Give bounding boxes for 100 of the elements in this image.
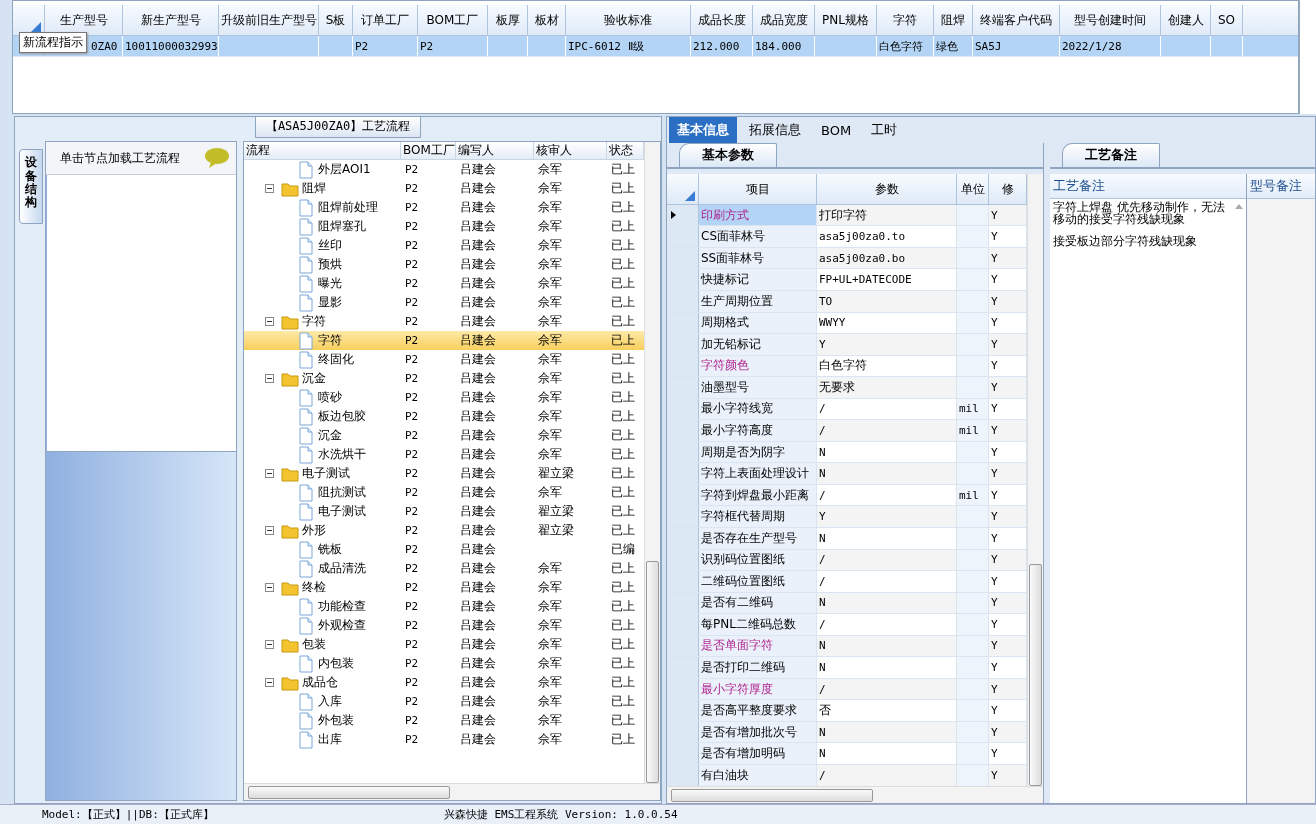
column-header[interactable]: 编写人 bbox=[456, 142, 534, 160]
tab[interactable]: 工时 bbox=[863, 117, 906, 144]
table-cell[interactable]: 每PNL二维码总数 bbox=[699, 614, 817, 635]
column-header[interactable]: 成品长度 bbox=[691, 5, 753, 35]
column-header[interactable]: 终端客户代码 bbox=[973, 5, 1060, 35]
table-cell[interactable]: 字符到焊盘最小距离 bbox=[699, 484, 817, 506]
table-cell[interactable]: 周期格式 bbox=[699, 312, 817, 334]
table-row[interactable]: CS面菲林号 asa5j00za0.to Y bbox=[667, 226, 1027, 248]
tree-row[interactable]: 外观检查 P2 吕建会 佘军 已上 bbox=[244, 616, 644, 636]
tab[interactable]: 拓展信息 bbox=[741, 117, 809, 144]
table-row[interactable]: 快捷标记 FP+UL+DATECODE Y bbox=[667, 269, 1027, 291]
tree-row[interactable]: 内包装 P2 吕建会 佘军 已上 bbox=[244, 654, 644, 674]
expander-icon[interactable] bbox=[265, 469, 274, 479]
tree-row[interactable]: 板边包胶 P2 吕建会 佘军 已上 bbox=[244, 407, 644, 427]
expander-icon[interactable] bbox=[265, 526, 274, 536]
table-cell[interactable]: CS面菲林号 bbox=[699, 226, 817, 247]
column-header[interactable]: 阻焊 bbox=[934, 5, 973, 35]
table-row[interactable]: 是否有增加明码 N Y bbox=[667, 743, 1027, 765]
table-cell[interactable]: 是否有增加明码 bbox=[699, 743, 817, 764]
table-cell[interactable]: 是否有二维码 bbox=[699, 592, 817, 614]
table-cell[interactable]: 油墨型号 bbox=[699, 377, 817, 398]
table-cell[interactable]: 是否存在生产型号 bbox=[699, 527, 817, 549]
tree-row[interactable]: 预烘 P2 吕建会 佘军 已上 bbox=[244, 255, 644, 275]
expander-icon[interactable] bbox=[265, 583, 274, 593]
column-header[interactable]: 参数 bbox=[817, 174, 957, 204]
table-row[interactable]: 是否打印二维码 N Y bbox=[667, 657, 1027, 679]
scrollbar[interactable] bbox=[1027, 174, 1043, 787]
table-cell[interactable]: 生产周期位置 bbox=[699, 290, 817, 312]
table-cell[interactable]: 识别码位置图纸 bbox=[699, 549, 817, 571]
tree-row[interactable]: 沉金 P2 吕建会 佘军 已上 bbox=[244, 369, 644, 389]
table-cell[interactable]: SS面菲林号 bbox=[699, 247, 817, 269]
table-row[interactable]: 是否存在生产型号 N Y bbox=[667, 527, 1027, 550]
table-row[interactable]: 字符颜色 白色字符 Y bbox=[667, 355, 1027, 378]
table-cell[interactable]: 是否有增加批次号 bbox=[699, 721, 817, 743]
column-header[interactable]: 成品宽度 bbox=[753, 5, 815, 35]
table-cell[interactable]: 二维码位置图纸 bbox=[699, 571, 817, 592]
table-cell[interactable]: 印刷方式 bbox=[699, 204, 817, 226]
table-row[interactable]: 印刷方式 打印字符 Y bbox=[667, 204, 1027, 227]
column-header[interactable]: PNL规格 bbox=[815, 5, 877, 35]
tree-row[interactable]: 阻焊 P2 吕建会 佘军 已上 bbox=[244, 179, 644, 199]
table-cell[interactable]: 最小字符高度 bbox=[699, 420, 817, 441]
table-row[interactable]: 是否高平整度要求 否 Y bbox=[667, 700, 1027, 722]
tree-row[interactable]: 字符 P2 吕建会 佘军 已上 bbox=[244, 312, 644, 332]
tree-row[interactable]: 铣板 P2 吕建会 已编 bbox=[244, 540, 644, 560]
table-cell[interactable]: 是否单面字符 bbox=[699, 635, 817, 657]
tree-row[interactable]: 水洗烘干 P2 吕建会 佘军 已上 bbox=[244, 445, 644, 465]
tree-row[interactable]: 丝印 P2 吕建会 佘军 已上 bbox=[244, 236, 644, 256]
table-cell[interactable]: 有白油块 bbox=[699, 765, 817, 786]
tree-row[interactable]: 显影 P2 吕建会 佘军 已上 bbox=[244, 293, 644, 313]
tree-row[interactable]: 曝光 P2 吕建会 佘军 已上 bbox=[244, 274, 644, 294]
tab[interactable]: 工艺备注 bbox=[1062, 143, 1160, 168]
table-row[interactable]: 识别码位置图纸 / Y bbox=[667, 549, 1027, 572]
tree-row[interactable]: 阻焊前处理 P2 吕建会 佘军 已上 bbox=[244, 198, 644, 218]
table-row[interactable]: 二维码位置图纸 / Y bbox=[667, 571, 1027, 593]
tree-row[interactable]: 喷砂 P2 吕建会 佘军 已上 bbox=[244, 388, 644, 408]
tree-row[interactable]: 功能检查 P2 吕建会 佘军 已上 bbox=[244, 597, 644, 617]
column-header[interactable]: 板材 bbox=[528, 5, 566, 35]
expander-icon[interactable] bbox=[265, 678, 274, 688]
scrollbar[interactable] bbox=[644, 142, 660, 784]
tree-row[interactable]: 电子测试 P2 吕建会 翟立梁 已上 bbox=[244, 464, 644, 484]
table-cell[interactable]: 字符颜色 bbox=[699, 355, 817, 377]
tree-row[interactable]: 外层AOI1 P2 吕建会 佘军 已上 bbox=[244, 160, 644, 180]
tab[interactable]: 基本信息 bbox=[669, 117, 737, 144]
column-header[interactable]: 型号备注 bbox=[1247, 174, 1315, 200]
column-header[interactable]: 项目 bbox=[699, 174, 817, 204]
table-cell[interactable]: 字符框代替周期 bbox=[699, 506, 817, 527]
column-header[interactable]: 流程 bbox=[244, 142, 401, 160]
column-header[interactable]: BOM工厂 bbox=[401, 142, 456, 160]
column-header[interactable]: 新生产型号 bbox=[123, 5, 219, 35]
column-header[interactable]: 工艺备注 bbox=[1050, 174, 1246, 200]
column-header[interactable]: SO bbox=[1211, 5, 1243, 35]
tree-row[interactable]: 外包装 P2 吕建会 佘军 已上 bbox=[244, 711, 644, 731]
column-header[interactable]: 订单工厂 bbox=[353, 5, 418, 35]
tree-row[interactable]: 电子测试 P2 吕建会 翟立梁 已上 bbox=[244, 502, 644, 522]
side-tab[interactable]: 设备结构 bbox=[19, 149, 43, 225]
column-header[interactable]: BOM工厂 bbox=[418, 5, 488, 35]
scrollbar[interactable] bbox=[244, 783, 660, 801]
table-row[interactable]: 生产周期位置 TO Y bbox=[667, 290, 1027, 313]
table-cell[interactable]: 最小字符线宽 bbox=[699, 398, 817, 420]
tree-row[interactable]: 终固化 P2 吕建会 佘军 已上 bbox=[244, 350, 644, 370]
table-cell[interactable]: 字符上表面处理设计 bbox=[699, 463, 817, 484]
column-header[interactable]: 板厚 bbox=[488, 5, 528, 35]
table-row[interactable]: 是否有二维码 N Y bbox=[667, 592, 1027, 615]
tree-row[interactable]: 成品清洗 P2 吕建会 佘军 已上 bbox=[244, 559, 644, 579]
tab[interactable]: 基本参数 bbox=[679, 143, 777, 168]
column-header[interactable]: 核审人 bbox=[534, 142, 607, 160]
tree-row[interactable]: 阻抗测试 P2 吕建会 佘军 已上 bbox=[244, 483, 644, 503]
tree-row[interactable]: 成品仓 P2 吕建会 佘军 已上 bbox=[244, 673, 644, 693]
tree-row[interactable]: 包装 P2 吕建会 佘军 已上 bbox=[244, 635, 644, 655]
tree-row[interactable]: 终检 P2 吕建会 佘军 已上 bbox=[244, 578, 644, 598]
table-cell[interactable]: 周期是否为阴字 bbox=[699, 441, 817, 463]
expander-icon[interactable] bbox=[265, 374, 274, 384]
table-row[interactable]: 是否有增加批次号 N Y bbox=[667, 721, 1027, 744]
tree-row[interactable]: 阻焊塞孔 P2 吕建会 佘军 已上 bbox=[244, 217, 644, 237]
tree-row[interactable]: 入库 P2 吕建会 佘军 已上 bbox=[244, 692, 644, 712]
table-row[interactable]: 加无铅标记 Y Y bbox=[667, 334, 1027, 356]
table-row[interactable]: 周期是否为阴字 N Y bbox=[667, 441, 1027, 464]
column-header[interactable]: 创建人 bbox=[1161, 5, 1211, 35]
expander-icon[interactable] bbox=[265, 184, 274, 194]
column-header[interactable]: 单位 bbox=[957, 174, 989, 204]
